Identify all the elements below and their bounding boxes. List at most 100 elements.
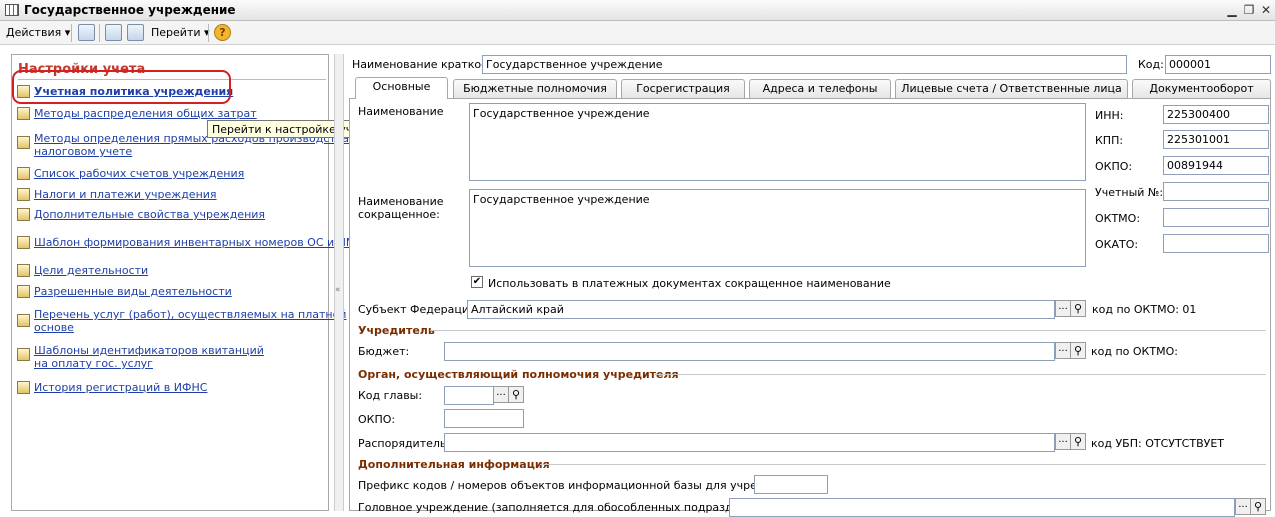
founder-section-title: Учредитель bbox=[358, 324, 435, 337]
restore-icon[interactable]: ❐ bbox=[1241, 2, 1257, 18]
oktmo-label: ОКТМО: bbox=[1095, 212, 1141, 225]
use-short-name-checkbox[interactable]: ✔ bbox=[471, 276, 483, 288]
reg-number-input[interactable] bbox=[1163, 182, 1269, 201]
close-icon[interactable]: ✕ bbox=[1258, 2, 1274, 18]
tab-addresses[interactable]: Адреса и телефоны bbox=[749, 79, 891, 98]
name-label: Наименование bbox=[358, 105, 444, 118]
divider bbox=[655, 374, 1266, 375]
truck-icon bbox=[17, 236, 30, 249]
link-receipt-templates-line2[interactable]: на оплату гос. услуг bbox=[34, 357, 153, 370]
subject-label: Субъект Федерации: bbox=[358, 303, 480, 316]
actions-menu[interactable]: Действия ▾ bbox=[6, 26, 70, 39]
budget-label: Бюджет: bbox=[358, 345, 410, 358]
copy-icon[interactable] bbox=[127, 24, 144, 41]
short-name-label: Наименование краткое: bbox=[352, 58, 492, 71]
divider bbox=[430, 330, 1266, 331]
divider bbox=[540, 464, 1266, 465]
tools-icon bbox=[17, 107, 30, 120]
link-allowed-activities[interactable]: Разрешенные виды деятельности bbox=[34, 285, 232, 298]
organ-section-title: Орган, осуществляющий полномочия учредит… bbox=[358, 368, 679, 381]
minimize-icon[interactable]: ▁ bbox=[1224, 2, 1240, 18]
okpo-input[interactable]: 00891944 bbox=[1163, 156, 1269, 175]
head-org-label: Головное учреждение (заполняется для обо… bbox=[358, 501, 783, 514]
search-icon[interactable]: ⚲ bbox=[1070, 433, 1086, 450]
list-icon bbox=[17, 264, 30, 277]
tab-accounts[interactable]: Лицевые счета / Ответственные лица bbox=[895, 79, 1128, 98]
subject-input[interactable]: Алтайский край bbox=[467, 300, 1055, 319]
tab-document-flow[interactable]: Документооборот bbox=[1132, 79, 1271, 98]
subject-select-button[interactable]: ... bbox=[1055, 300, 1071, 317]
link-paid-services-line2[interactable]: основе bbox=[34, 321, 74, 334]
name-textarea[interactable]: Государственное учреждение bbox=[469, 103, 1086, 181]
tab-registration[interactable]: Госрегистрация bbox=[621, 79, 745, 98]
budget-input[interactable] bbox=[444, 342, 1055, 361]
search-icon[interactable]: ⚲ bbox=[1250, 498, 1266, 515]
list-icon bbox=[17, 285, 30, 298]
link-activity-goals[interactable]: Цели деятельности bbox=[34, 264, 148, 277]
tools-icon bbox=[17, 136, 30, 149]
okato-label: ОКАТО: bbox=[1095, 238, 1139, 251]
goto-label: Перейти bbox=[151, 26, 201, 39]
list-icon bbox=[17, 381, 30, 394]
head-code-input[interactable] bbox=[444, 386, 494, 405]
refresh-icon[interactable] bbox=[105, 24, 122, 41]
okpo2-label: ОКПО: bbox=[358, 413, 396, 426]
head-org-input[interactable] bbox=[729, 498, 1235, 517]
okpo2-input[interactable] bbox=[444, 409, 524, 428]
properties-icon bbox=[17, 208, 30, 221]
inn-label: ИНН: bbox=[1095, 109, 1124, 122]
link-inventory-template[interactable]: Шаблон формирования инвентарных номеров … bbox=[34, 236, 363, 249]
manager-select-button[interactable]: ... bbox=[1055, 433, 1071, 450]
document-icon bbox=[17, 188, 30, 201]
ubp-code-text: код УБП: ОТСУТСТВУЕТ bbox=[1091, 437, 1224, 450]
short-name-textarea[interactable]: Государственное учреждение bbox=[469, 189, 1086, 267]
highlight-annotation bbox=[12, 70, 231, 104]
short-name-label-1: Наименование bbox=[358, 195, 444, 208]
reg-number-label: Учетный №: bbox=[1095, 186, 1164, 199]
link-taxes[interactable]: Налоги и платежи учреждения bbox=[34, 188, 217, 201]
help-icon[interactable]: ? bbox=[214, 24, 231, 41]
link-receipt-templates[interactable]: Шаблоны идентификаторов квитанций bbox=[34, 344, 264, 357]
tab-budget-powers[interactable]: Бюджетные полномочия bbox=[453, 79, 617, 98]
extra-section-title: Дополнительная информация bbox=[358, 458, 550, 471]
head-code-label: Код главы: bbox=[358, 389, 423, 402]
head-org-select-button[interactable]: ... bbox=[1235, 498, 1251, 515]
link-direct-costs-line2[interactable]: налоговом учете bbox=[34, 145, 132, 158]
search-icon[interactable]: ⚲ bbox=[508, 386, 524, 403]
actions-label: Действия bbox=[6, 26, 62, 39]
search-icon[interactable]: ⚲ bbox=[1070, 342, 1086, 359]
short-name-label-2: сокращенное: bbox=[358, 208, 440, 221]
list-icon bbox=[17, 167, 30, 180]
inn-input[interactable]: 225300400 bbox=[1163, 105, 1269, 124]
manager-input[interactable] bbox=[444, 433, 1055, 452]
short-name-input[interactable]: Государственное учреждение bbox=[482, 55, 1127, 74]
link-cost-distribution[interactable]: Методы распределения общих затрат bbox=[34, 107, 257, 120]
oktmo-input[interactable] bbox=[1163, 208, 1269, 227]
tab-main[interactable]: Основные bbox=[355, 77, 448, 99]
prefix-label: Префикс кодов / номеров объектов информа… bbox=[358, 479, 806, 492]
budget-select-button[interactable]: ... bbox=[1055, 342, 1071, 359]
budget-oktmo-text: код по ОКТМО: bbox=[1091, 345, 1178, 358]
splitter-grip-icon: « bbox=[335, 285, 341, 295]
link-work-accounts[interactable]: Список рабочих счетов учреждения bbox=[34, 167, 244, 180]
link-extra-properties[interactable]: Дополнительные свойства учреждения bbox=[34, 208, 265, 221]
list-icon[interactable] bbox=[78, 24, 95, 41]
link-paid-services[interactable]: Перечень услуг (работ), осуществляемых н… bbox=[34, 308, 346, 321]
window-title: Государственное учреждение bbox=[24, 3, 236, 17]
prefix-input[interactable] bbox=[754, 475, 828, 494]
goto-menu[interactable]: Перейти ▾ bbox=[151, 26, 210, 39]
toolbar-separator bbox=[71, 24, 72, 42]
subject-oktmo-text: код по ОКТМО: 01 bbox=[1092, 303, 1197, 316]
list-icon bbox=[17, 314, 30, 327]
link-ifns-history[interactable]: История регистраций в ИФНС bbox=[34, 381, 207, 394]
okato-input[interactable] bbox=[1163, 234, 1269, 253]
chevron-down-icon: ▾ bbox=[64, 26, 71, 39]
code-input[interactable]: 000001 bbox=[1165, 55, 1271, 74]
use-short-name-label: Использовать в платежных документах сокр… bbox=[488, 277, 891, 290]
splitter[interactable] bbox=[334, 54, 344, 511]
code-label: Код: bbox=[1138, 58, 1164, 71]
head-code-select-button[interactable]: ... bbox=[493, 386, 509, 403]
manager-label: Распорядитель: bbox=[358, 437, 451, 450]
kpp-input[interactable]: 225301001 bbox=[1163, 130, 1269, 149]
search-icon[interactable]: ⚲ bbox=[1070, 300, 1086, 317]
